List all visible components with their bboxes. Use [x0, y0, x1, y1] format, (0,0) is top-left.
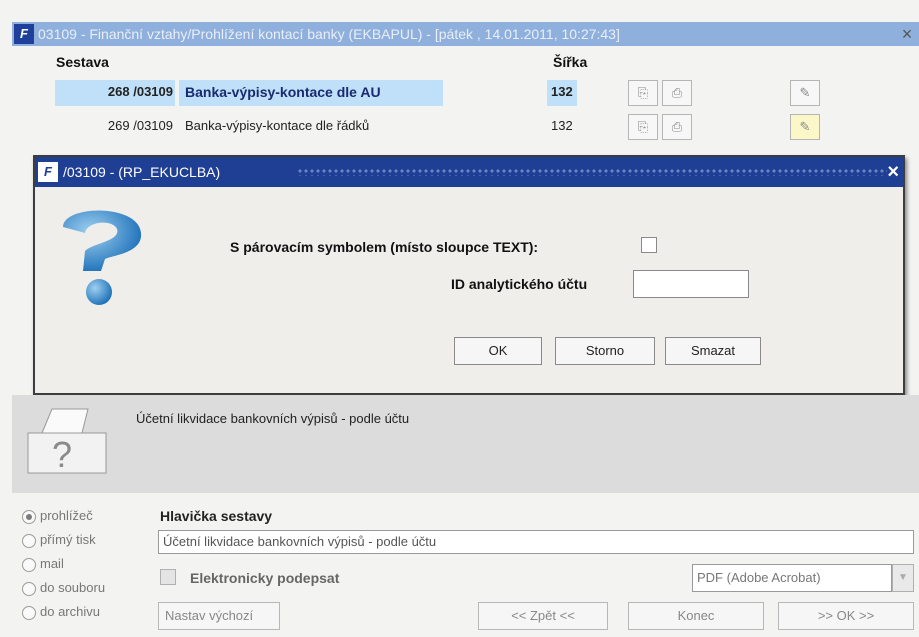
edit-icon[interactable]: ✎ [790, 114, 820, 140]
parameters-dialog: F /03109 - (RP_EKUCLBA) × S párovacím sy… [33, 155, 905, 395]
svg-text:?: ? [52, 434, 72, 475]
row-number: 268 /03109 [107, 84, 173, 99]
titlebar-dots [297, 168, 887, 176]
print-icon[interactable]: ⎙ [662, 114, 692, 140]
table-row-selected-name-cell[interactable]: Banka-výpisy-kontace dle AU [179, 80, 443, 106]
format-select[interactable]: PDF (Adobe Acrobat) [692, 564, 892, 592]
row-width: 132 [551, 118, 573, 133]
export-icon[interactable]: ⎘ [628, 80, 658, 106]
row-number: 269 /03109 [107, 118, 173, 133]
parovaci-symbol-checkbox[interactable] [641, 237, 657, 253]
dialog-close-icon[interactable]: × [887, 157, 899, 187]
question-mark-icon [63, 210, 142, 305]
table-row-selected-num-cell[interactable]: 268 /03109 [55, 80, 175, 106]
sign-checkbox[interactable] [160, 569, 176, 585]
row-name: Banka-výpisy-kontace dle AU [185, 84, 381, 100]
radio-icon[interactable] [22, 558, 36, 572]
radio-label: prohlížeč [40, 508, 93, 523]
table-row-num-cell[interactable]: 269 /03109 [55, 114, 175, 140]
report-info-band: ? Účetní likvidace bankovních výpisů - p… [12, 395, 919, 493]
radio-label: do souboru [40, 580, 106, 595]
parovaci-symbol-label: S párovacím symbolem (místo sloupce TEXT… [230, 239, 539, 255]
id-uctu-input[interactable] [633, 270, 749, 298]
smazat-button[interactable]: Smazat [665, 337, 761, 365]
dialog-title: /03109 - (RP_EKUCLBA) [63, 164, 221, 180]
radio-icon[interactable] [22, 582, 36, 596]
column-header-sestava: Sestava [56, 54, 109, 70]
app-logo-icon: F [14, 24, 34, 44]
radio-icon[interactable] [22, 606, 36, 620]
set-default-button[interactable]: Nastav výchozí [158, 602, 280, 630]
print-icon[interactable]: ⎙ [662, 80, 692, 106]
radio-label: přímý tisk [40, 532, 96, 547]
radio-label: do archivu [40, 604, 100, 619]
back-button[interactable]: << Zpět << [478, 602, 608, 630]
printer-help-icon: ? [27, 408, 107, 475]
ok-next-button[interactable]: >> OK >> [778, 602, 914, 630]
sign-label: Elektronicky podepsat [190, 570, 340, 586]
main-window-title: 03109 - Finanční vztahy/Prohlížení konta… [38, 26, 620, 42]
report-description: Účetní likvidace bankovních výpisů - pod… [136, 411, 410, 426]
radio-label: mail [40, 556, 64, 571]
end-button[interactable]: Konec [628, 602, 764, 630]
row-name[interactable]: Banka-výpisy-kontace dle řádků [185, 118, 369, 133]
header-section-label: Hlavička sestavy [160, 508, 273, 524]
id-uctu-label: ID analytického účtu [451, 276, 588, 292]
main-close-icon[interactable]: × [897, 22, 917, 46]
radio-icon[interactable] [22, 534, 36, 548]
radio-icon[interactable] [22, 510, 36, 524]
table-row-selected-width-cell[interactable]: 132 [547, 80, 577, 106]
export-icon[interactable]: ⎘ [628, 114, 658, 140]
main-window-titlebar: F 03109 - Finanční vztahy/Prohlížení kon… [12, 22, 919, 46]
app-logo-icon: F [38, 162, 58, 182]
row-width: 132 [551, 84, 573, 99]
dialog-titlebar: F /03109 - (RP_EKUCLBA) × [35, 157, 903, 187]
column-header-sirka: Šířka [553, 54, 588, 70]
ok-button[interactable]: OK [454, 337, 542, 365]
storno-button[interactable]: Storno [555, 337, 655, 365]
edit-icon[interactable]: ✎ [790, 80, 820, 106]
chevron-down-icon[interactable]: ▼ [892, 564, 914, 592]
header-text-field[interactable]: Účetní likvidace bankovních výpisů - pod… [158, 530, 914, 554]
